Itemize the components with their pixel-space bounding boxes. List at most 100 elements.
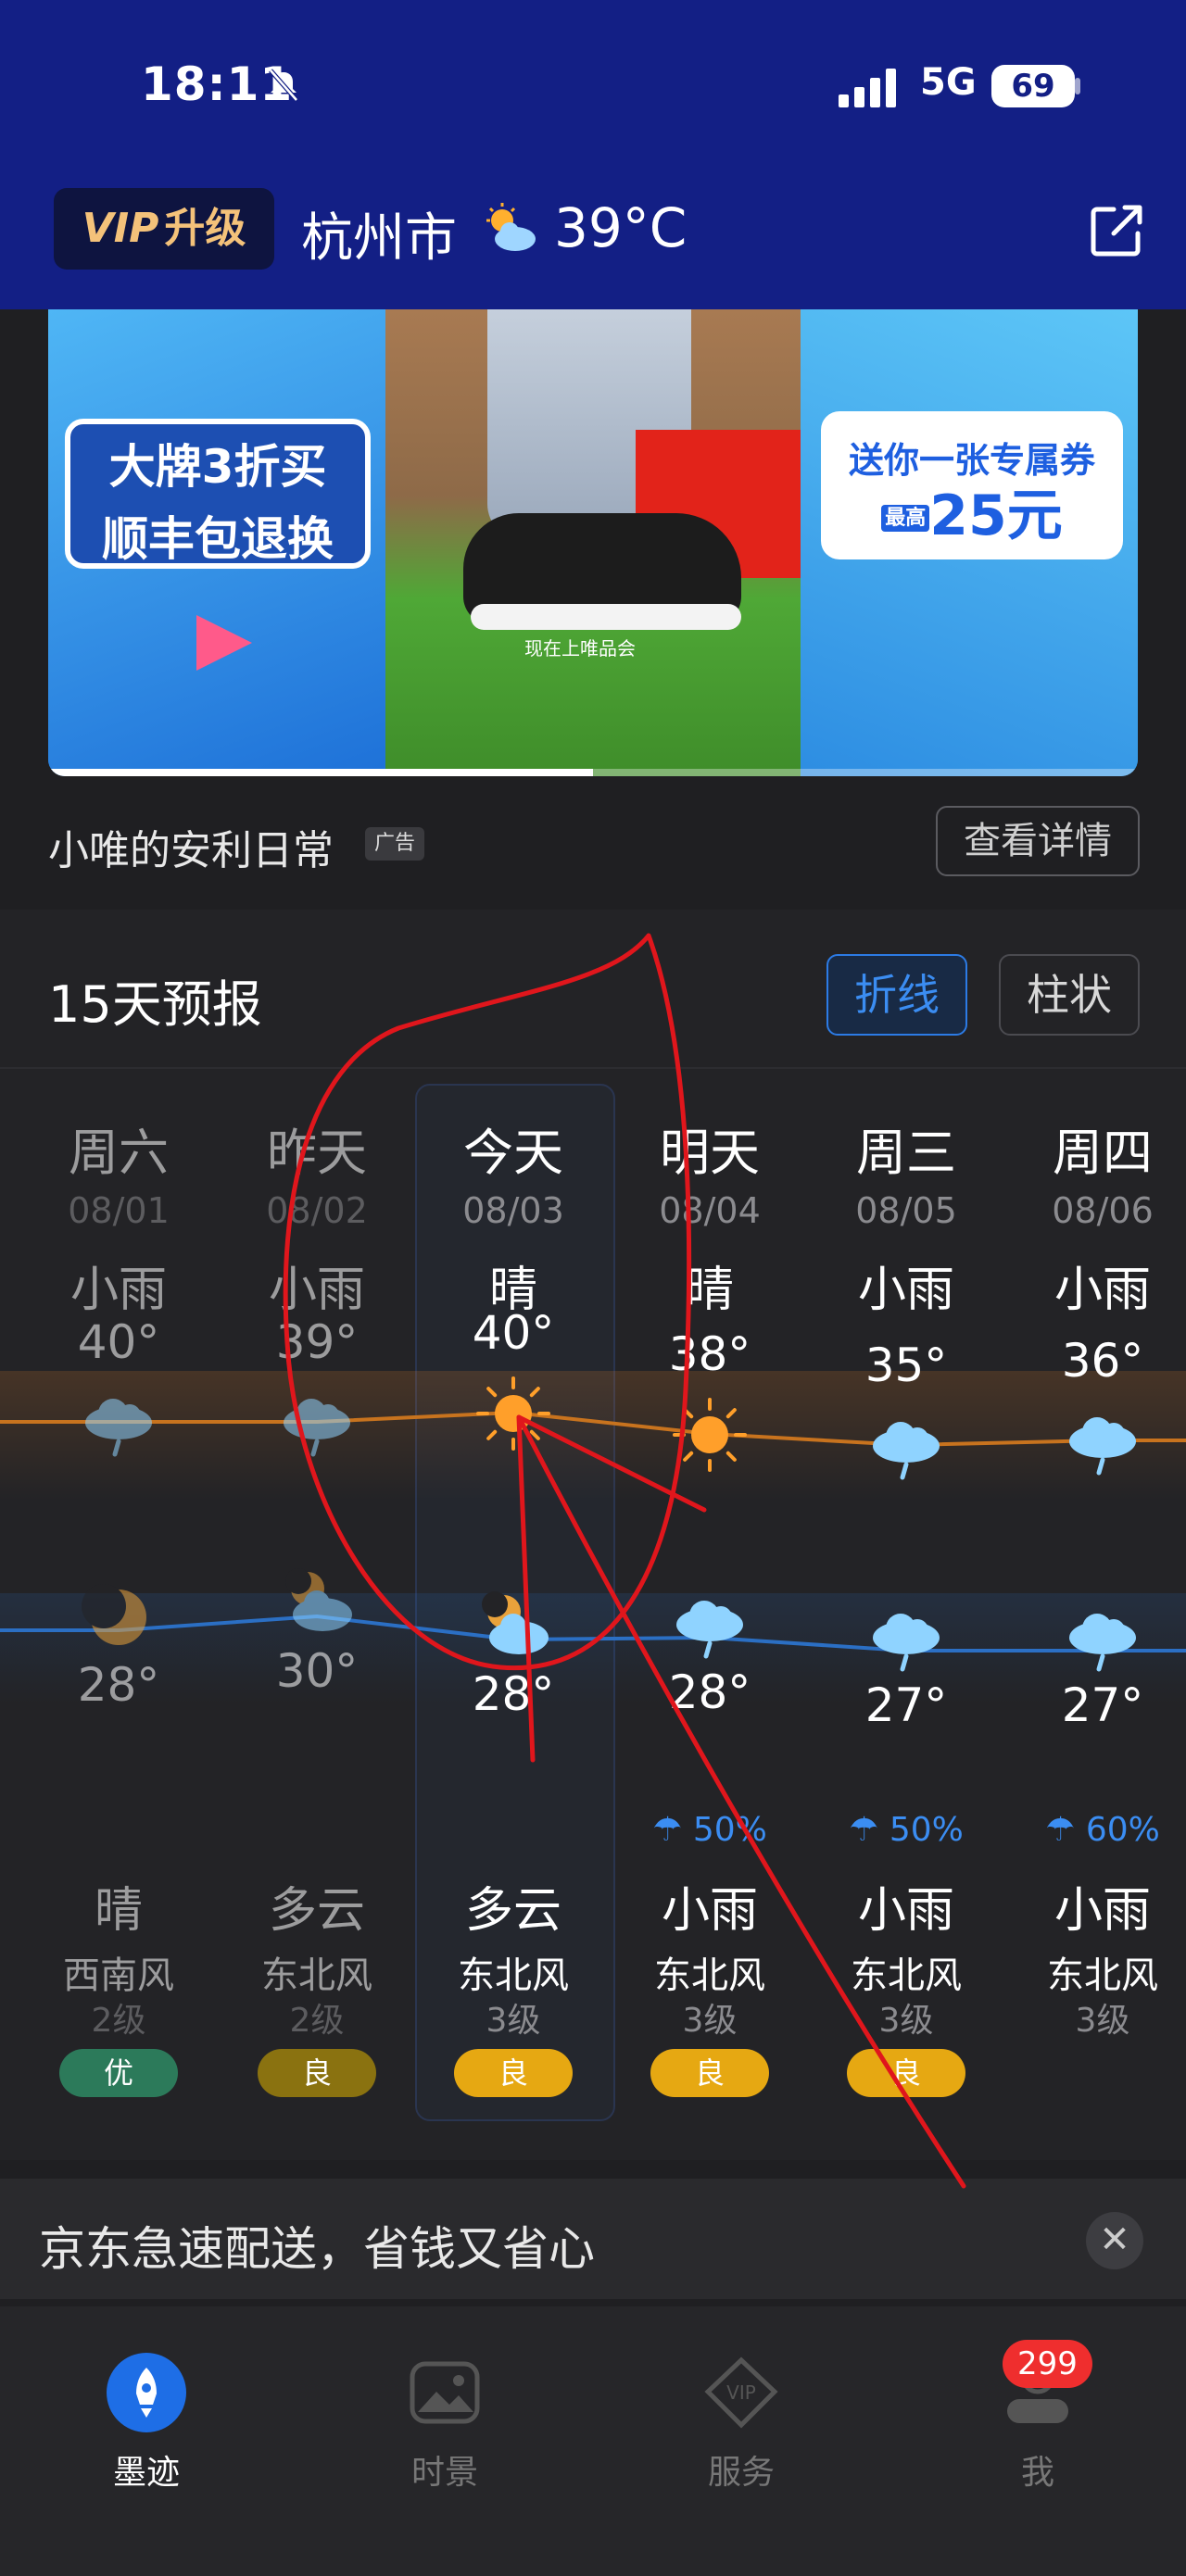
svg-text:VIP: VIP — [726, 2381, 756, 2404]
temperature-lines — [0, 1410, 1186, 1652]
rain-cloud-icon — [1069, 1417, 1136, 1476]
forecast-day-condition: 小雨 — [69, 1263, 167, 1318]
vip-upgrade-button[interactable]: VIP 升级 — [54, 188, 274, 270]
nav-label-me: 我 — [1020, 2454, 1054, 2492]
forecast-date: 08/05 — [855, 1190, 957, 1231]
forecast-low-temp: 28° — [668, 1665, 751, 1719]
aqi-badge[interactable]: 良 — [847, 2049, 965, 2097]
ad-promo-card-left: 大牌3折买 顺丰包退换 — [65, 419, 371, 569]
nav-item-scenes[interactable]: 时景 — [343, 2353, 547, 2494]
nav-item-moji[interactable]: 墨迹 — [44, 2353, 248, 2494]
forecast-wind-level: 2级 — [91, 2002, 146, 2040]
forecast-night-condition: 多云 — [464, 1883, 561, 1939]
ad-title: 小唯的安利日常 — [48, 827, 334, 874]
aqi-badge[interactable]: 良 — [258, 2049, 376, 2097]
forecast-date: 08/06 — [1052, 1190, 1154, 1231]
sneaker-sole — [471, 604, 741, 630]
forecast-title: 15天预报 — [48, 975, 262, 1034]
ad-right-line1: 送你一张专属券 — [848, 440, 1095, 481]
forecast-high-temp: 40° — [77, 1315, 160, 1369]
current-temperature: 39°C — [554, 196, 688, 259]
rain-cloud-icon — [873, 1614, 940, 1672]
rain-cloud-icon — [1069, 1614, 1136, 1672]
forecast-wind-level: 3级 — [878, 2002, 934, 2040]
forecast-wind-level: 3级 — [486, 2002, 541, 2040]
vip-label: VIP — [82, 205, 159, 252]
forecast-wind-level: 2级 — [289, 2002, 345, 2040]
rain-cloud-icon — [85, 1399, 152, 1457]
ad-banner-right-panel: 送你一张专属券 最高25元 — [801, 309, 1138, 776]
forecast-day-name: 明天 — [660, 1124, 760, 1182]
ad-right-line2: 25元 — [929, 484, 1063, 548]
forecast-day-name: 周三 — [856, 1124, 956, 1182]
forecast-wind-direction: 西南风 — [63, 1954, 174, 1997]
forecast-day-condition: 小雨 — [268, 1263, 365, 1318]
forecast-date: 08/04 — [659, 1190, 761, 1231]
low-temp-line — [0, 1614, 1186, 1652]
bottom-ad-text[interactable]: 京东急速配送，省钱又省心 — [39, 2212, 595, 2279]
aqi-badge[interactable]: 良 — [454, 2049, 573, 2097]
close-ad-button[interactable]: ✕ — [1086, 2212, 1143, 2269]
nav-label-moji: 墨迹 — [112, 2454, 180, 2492]
forecast-high-temp: 36° — [1061, 1334, 1144, 1388]
forecast-low-temp: 28° — [77, 1658, 160, 1712]
moon-cloud-icon — [285, 1568, 352, 1631]
play-icon — [196, 615, 252, 671]
rain-cloud-icon — [284, 1399, 350, 1457]
rain-cloud-icon — [873, 1422, 940, 1480]
share-icon[interactable] — [1086, 200, 1147, 261]
forecast-wind-direction: 东北风 — [261, 1954, 372, 1997]
forecast-low-temp: 30° — [275, 1644, 359, 1698]
forecast-divider — [0, 1067, 1186, 1069]
forecast-day-name: 昨天 — [267, 1124, 367, 1182]
forecast-low-temp: 28° — [472, 1667, 555, 1721]
aqi-badge[interactable]: 优 — [59, 2049, 178, 2097]
nav-item-services[interactable]: VIP 服务 — [639, 2353, 843, 2494]
rain-cloud-icon — [676, 1601, 743, 1659]
notification-badge: 299 — [1003, 2340, 1092, 2388]
ad-left-line2: 顺丰包退换 — [102, 512, 334, 566]
silent-bell-icon — [269, 69, 298, 102]
moon-icon — [82, 1584, 146, 1645]
ad-caption: 现在上唯品会 — [524, 637, 636, 660]
line-view-toggle[interactable]: 折线 — [826, 954, 967, 1036]
ad-banner[interactable]: 大牌3折买 顺丰包退换 现在上唯品会 送你一张专属券 最高25元 — [48, 309, 1138, 776]
ad-badge: 广告 — [365, 827, 425, 861]
forecast-wind-direction: 东北风 — [458, 1954, 569, 1997]
forecast-low-temp: 27° — [1061, 1678, 1144, 1732]
forecast-high-temp: 38° — [668, 1327, 751, 1381]
forecast-rain-chance: ☂ 50% — [849, 1811, 964, 1849]
forecast-high-temp: 40° — [472, 1306, 555, 1360]
picture-icon — [405, 2353, 485, 2432]
ad-left-line1: 大牌3折买 — [108, 440, 327, 494]
forecast-night-condition: 晴 — [94, 1883, 143, 1939]
forecast-high-temp: 35° — [864, 1338, 948, 1392]
high-temp-line — [0, 1410, 1186, 1448]
moon-cloud-icon — [482, 1591, 549, 1654]
rocket-icon — [107, 2353, 186, 2432]
ad-banner-left-panel: 大牌3折买 顺丰包退换 — [48, 309, 385, 776]
forecast-wind-direction: 东北风 — [1047, 1954, 1158, 1997]
network-type: 5G — [920, 61, 977, 104]
city-name[interactable]: 杭州市 — [301, 196, 457, 271]
view-details-button[interactable]: 查看详情 — [936, 806, 1140, 876]
bar-view-toggle[interactable]: 柱状 — [999, 954, 1140, 1036]
forecast-wind-direction: 东北风 — [851, 1954, 962, 1997]
forecast-date: 08/01 — [68, 1190, 170, 1231]
ad-carousel-progress — [48, 769, 593, 776]
battery-indicator: 69 — [991, 65, 1075, 107]
forecast-day-name: 今天 — [463, 1124, 563, 1182]
vip-diamond-icon: VIP — [701, 2353, 781, 2432]
forecast-day-condition: 晴 — [685, 1263, 734, 1318]
aqi-badge[interactable]: 良 — [650, 2049, 769, 2097]
sun-icon — [673, 1398, 747, 1472]
nav-label-services: 服务 — [707, 2454, 775, 2492]
forecast-high-temp: 39° — [275, 1315, 359, 1369]
forecast-rain-chance: ☂ 50% — [652, 1811, 767, 1849]
forecast-day-name: 周四 — [1053, 1124, 1153, 1182]
ad-right-prefix: 最高 — [881, 505, 930, 533]
forecast-day-name: 周六 — [69, 1124, 169, 1182]
forecast-date: 08/03 — [462, 1190, 564, 1231]
forecast-day-condition: 小雨 — [857, 1263, 954, 1318]
ad-banner-product-photo: 现在上唯品会 — [385, 309, 802, 776]
